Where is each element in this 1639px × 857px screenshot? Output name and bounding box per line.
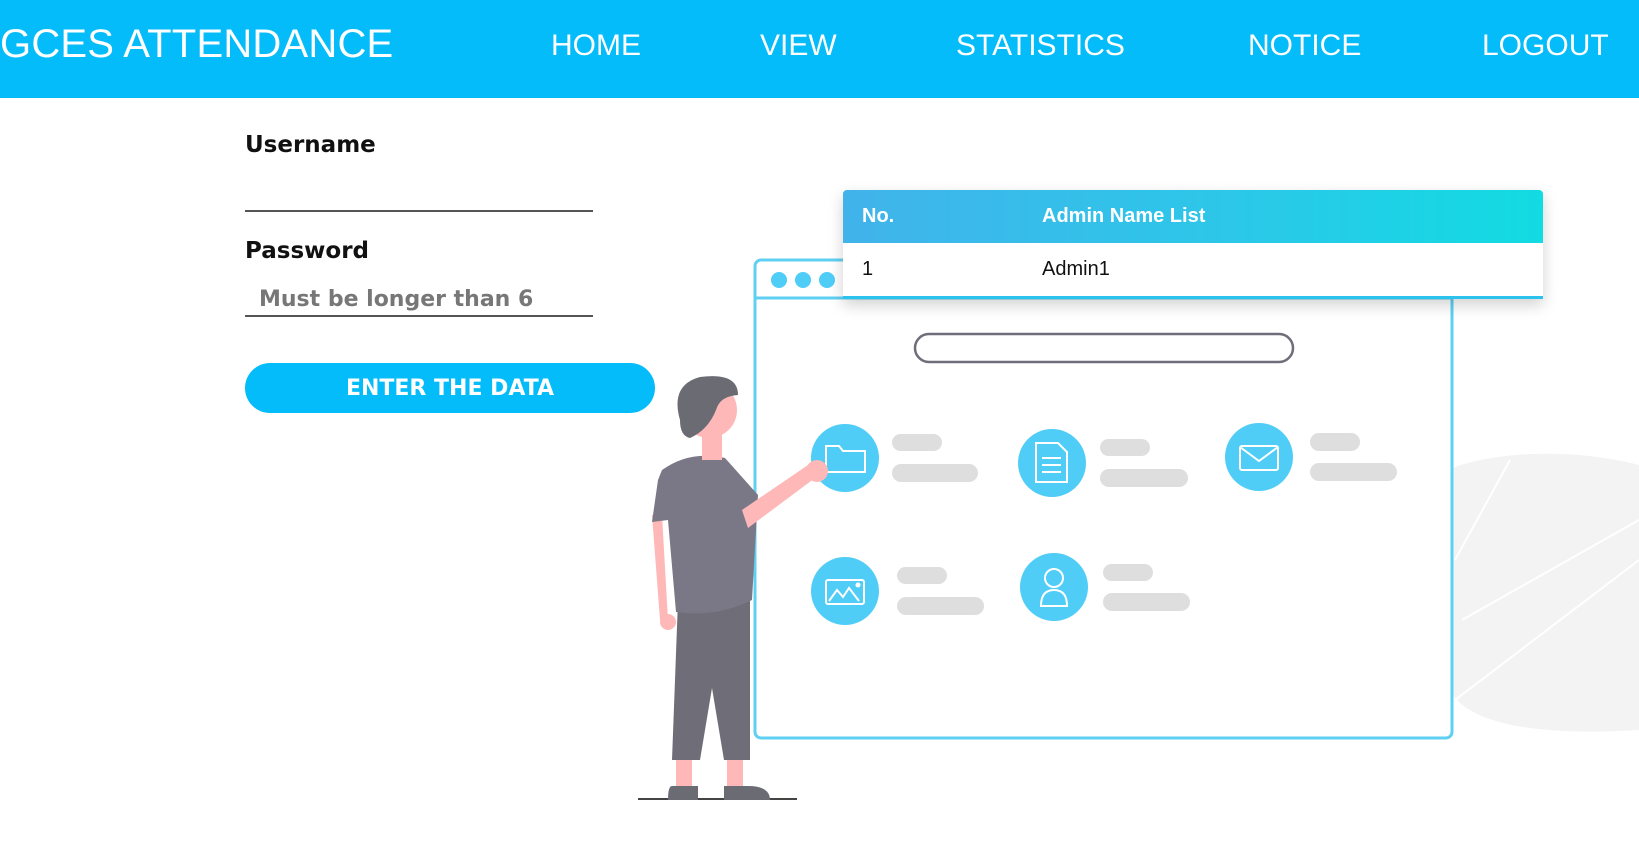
- window-dot-icon: [795, 272, 811, 288]
- table-header: No. Admin Name List: [843, 190, 1543, 243]
- table-cell-no: 1: [862, 258, 874, 280]
- password-input[interactable]: [245, 283, 593, 317]
- browser-window: [753, 258, 1454, 740]
- hero-illustration: [638, 258, 1639, 800]
- browser-search-bar: [913, 332, 1295, 364]
- enter-data-button[interactable]: ENTER THE DATA: [245, 363, 655, 413]
- column-header-no: No.: [862, 205, 895, 227]
- leaf-decoration: [1442, 453, 1639, 732]
- table-cell-admin-name: Admin1: [1042, 258, 1110, 280]
- username-input[interactable]: [245, 178, 593, 212]
- admin-table: No. Admin Name List 1 Admin1: [843, 190, 1543, 299]
- password-label: Password: [245, 238, 369, 264]
- window-dot-icon: [771, 272, 787, 288]
- window-dot-icon: [819, 272, 835, 288]
- table-row: 1 Admin1: [843, 243, 1543, 296]
- username-label: Username: [245, 132, 376, 158]
- column-header-admin-name: Admin Name List: [1042, 205, 1206, 227]
